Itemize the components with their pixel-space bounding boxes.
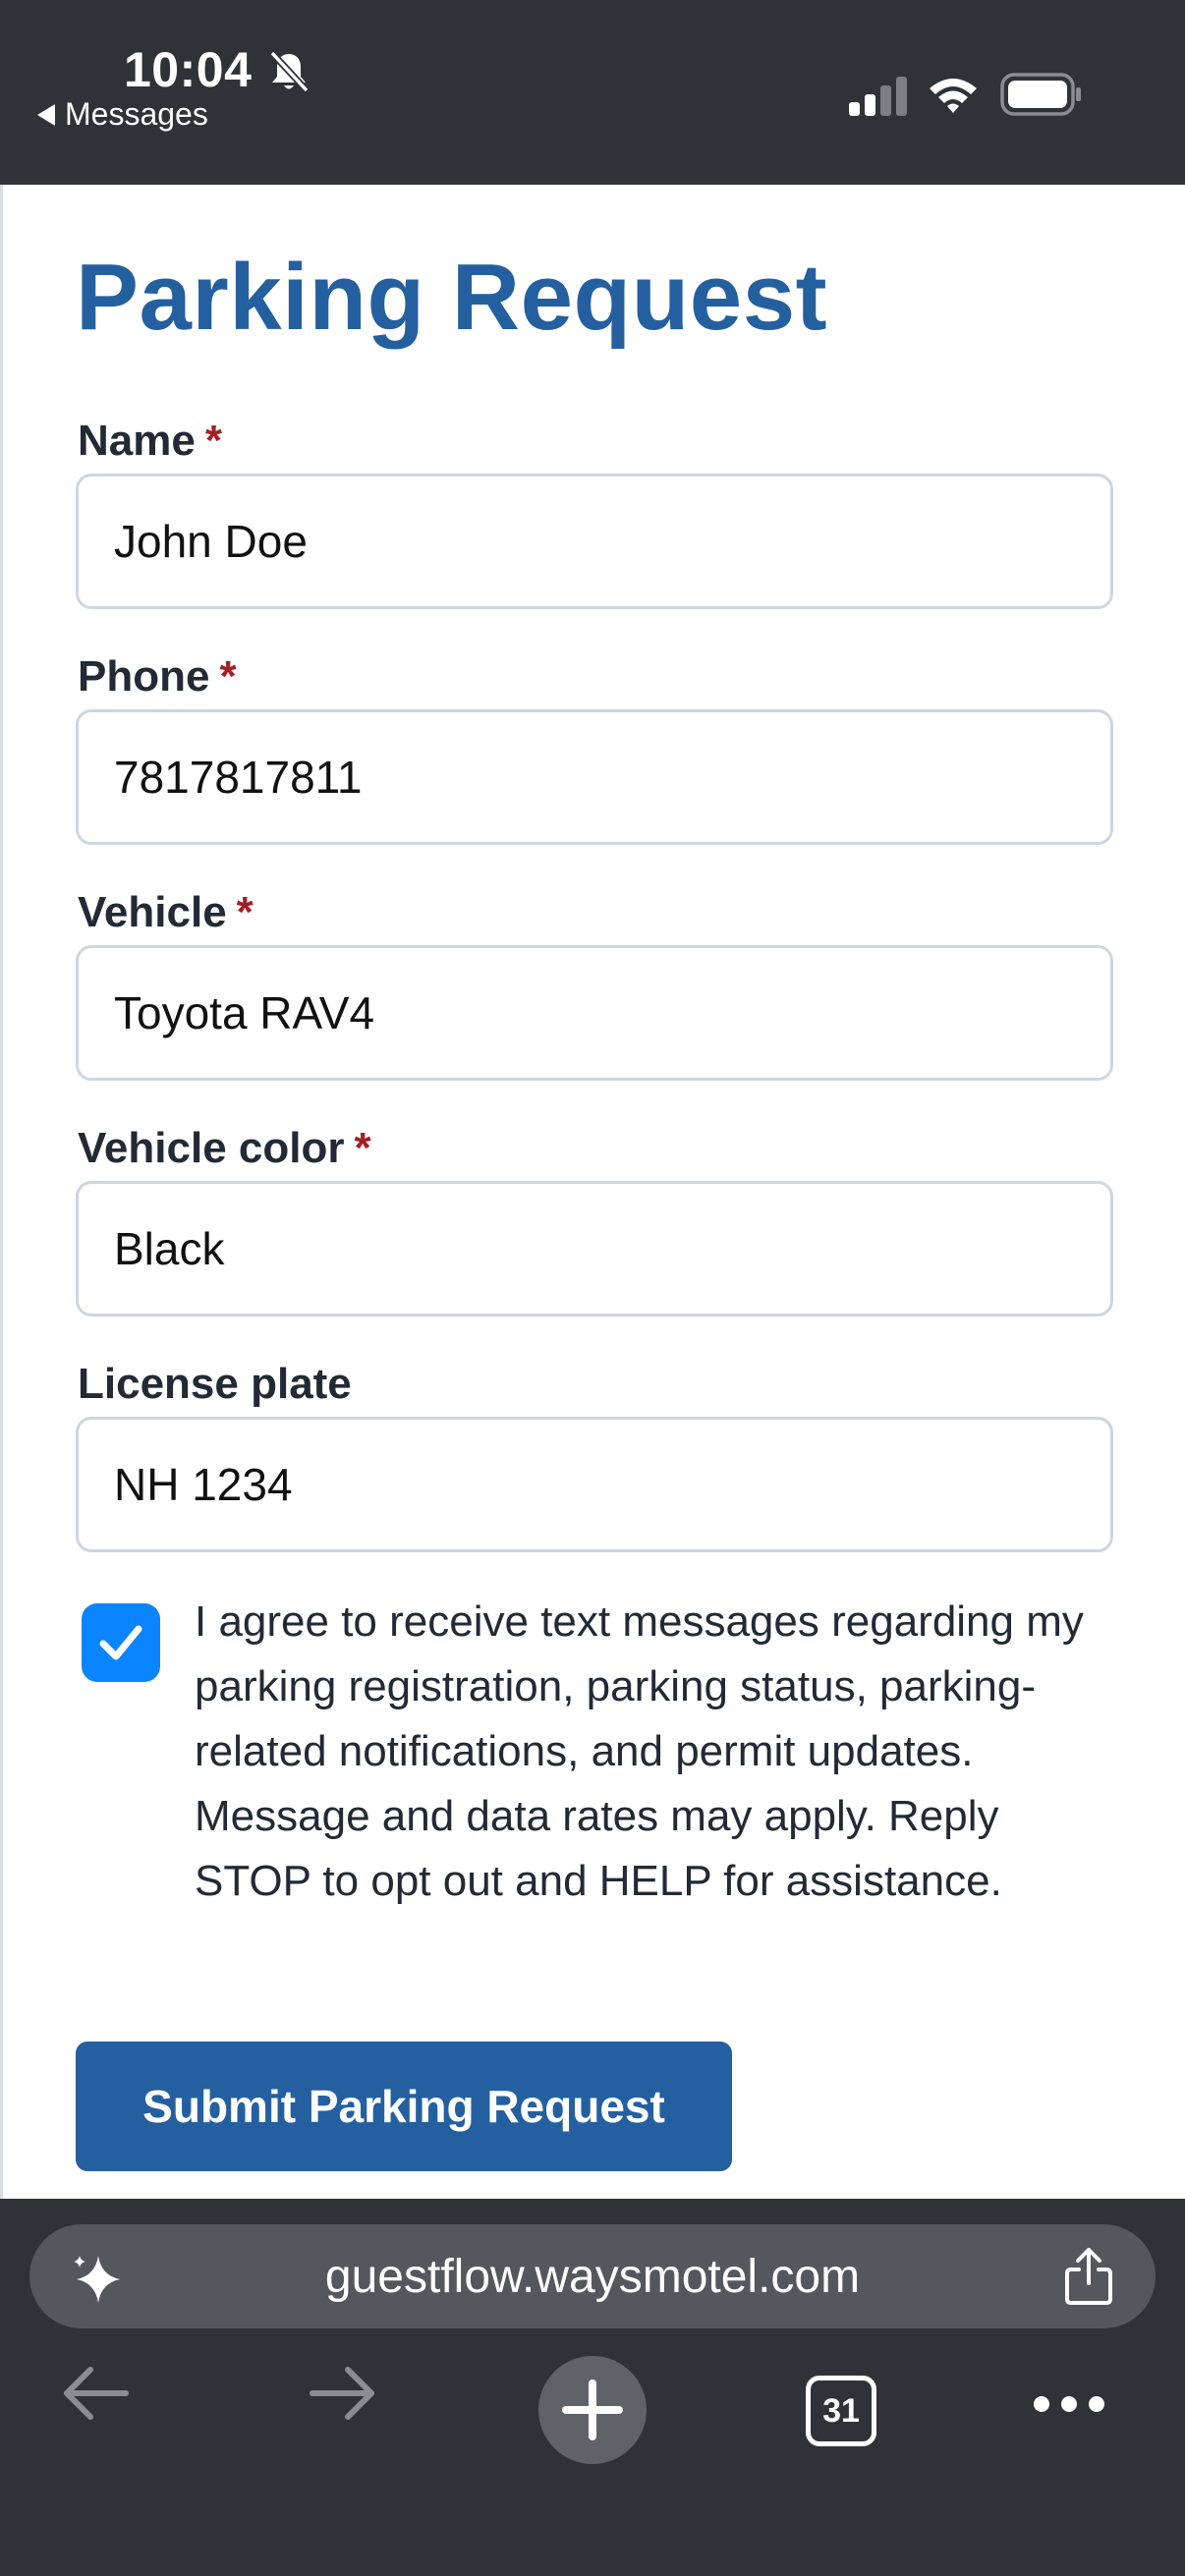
vehicle-color-label: Vehicle color * (78, 1124, 371, 1172)
plus-icon (562, 2380, 623, 2440)
tabs-button[interactable]: 31 (806, 2376, 876, 2446)
license-plate-label: License plate (78, 1360, 352, 1408)
back-app-label: Messages (65, 96, 208, 132)
browser-toolbar: guestflow.waysmotel.com 31 (0, 2199, 1185, 2576)
share-icon[interactable] (1059, 2246, 1118, 2307)
required-mark: * (236, 888, 254, 936)
phone-input[interactable] (76, 709, 1113, 845)
back-to-messages[interactable]: Messages (37, 96, 208, 133)
vehicle-color-input[interactable] (76, 1181, 1113, 1316)
required-mark: * (219, 652, 237, 700)
url-text: guestflow.waysmotel.com (324, 2251, 861, 2303)
back-arrow-icon[interactable] (57, 2354, 136, 2433)
vehicle-input[interactable] (76, 945, 1113, 1081)
submit-button[interactable]: Submit Parking Request (76, 2042, 732, 2171)
required-mark: * (204, 417, 222, 465)
license-plate-input[interactable] (76, 1417, 1113, 1552)
forward-arrow-icon[interactable] (303, 2354, 381, 2433)
sms-consent-text: I agree to receive text messages regardi… (195, 1597, 1084, 1905)
battery-icon (1000, 73, 1081, 116)
bell-muted-icon (269, 50, 310, 93)
wifi-icon (930, 79, 977, 113)
vehicle-label: Vehicle * (78, 888, 254, 936)
name-label: Name * (78, 417, 222, 465)
sms-consent-checkbox[interactable] (82, 1603, 160, 1682)
status-time: 10:04 (124, 42, 253, 97)
page-title: Parking Request (76, 245, 828, 350)
back-triangle-icon (37, 103, 55, 126)
phone-label: Phone * (78, 652, 237, 700)
new-tab-button[interactable] (538, 2356, 647, 2464)
web-page: Parking Request Name* Phone* Vehicle* Ve… (0, 185, 1185, 2199)
more-options-icon[interactable] (1032, 2389, 1106, 2419)
required-mark: * (354, 1124, 371, 1172)
cellular-signal-icon (849, 77, 907, 116)
status-bar: 10:04 Messages (0, 0, 1185, 185)
checkmark-icon (99, 1625, 142, 1660)
address-bar[interactable]: guestflow.waysmotel.com (29, 2224, 1156, 2328)
name-input[interactable] (76, 474, 1113, 609)
